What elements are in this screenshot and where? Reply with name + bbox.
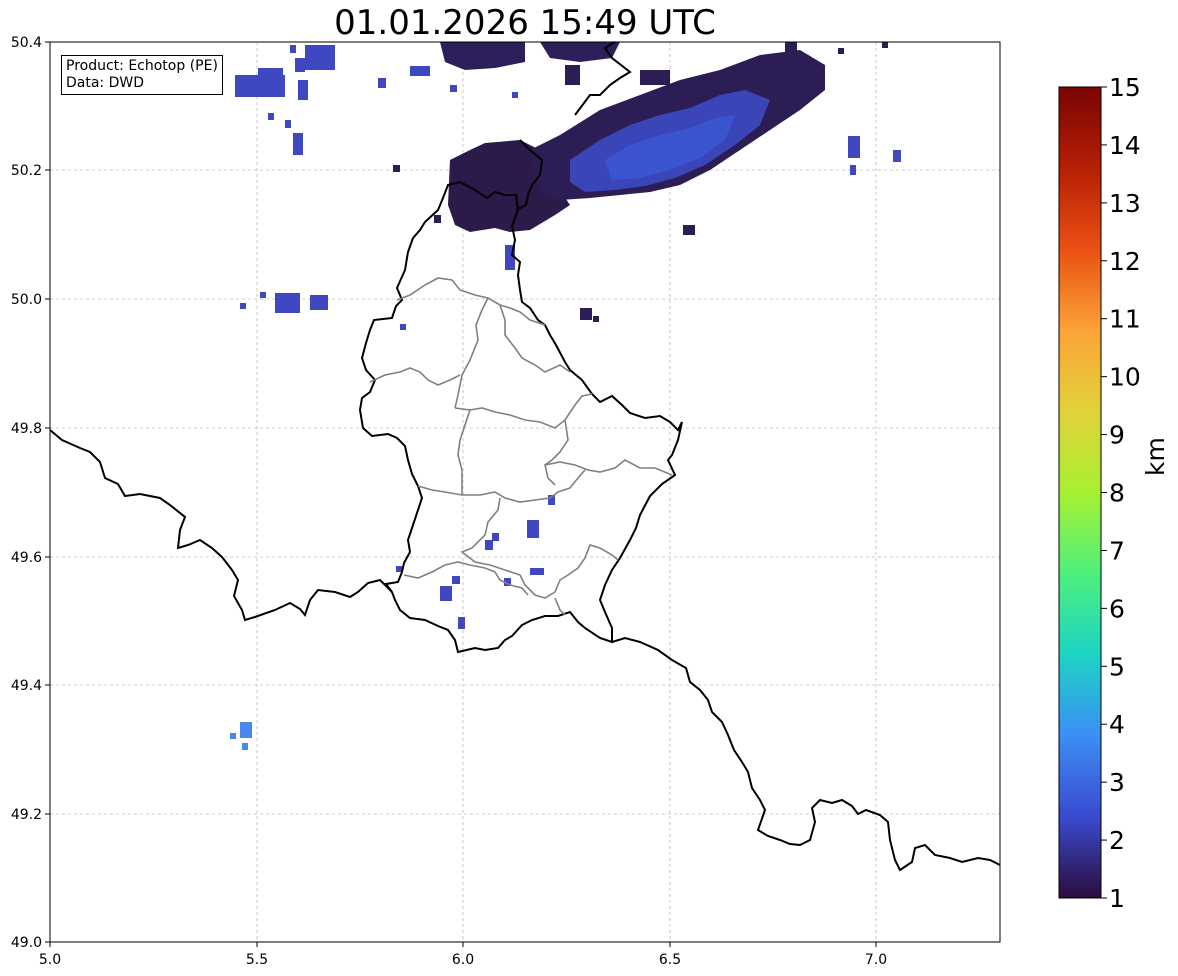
colorbar-tick-label: 12 [1109,247,1141,276]
x-tick-label: 6.5 [659,952,681,968]
colorbar-tick-label: 14 [1109,131,1141,160]
colorbar-tick-label: 11 [1109,305,1141,334]
colorbar-tick-label: 9 [1109,421,1125,450]
colorbar-gradient [1058,86,1102,899]
colorbar-unit-label: km [1141,437,1170,476]
colorbar-tick-label: 15 [1109,73,1141,102]
colorbar-tick-label: 13 [1109,189,1141,218]
y-tick-label: 49.2 [11,807,42,823]
colorbar-tick-label: 7 [1109,536,1125,565]
colorbar-tick-label: 6 [1109,594,1125,623]
colorbar-tick-label: 2 [1109,826,1125,855]
colorbar-tick-label: 5 [1109,652,1125,681]
y-tick-label: 49.6 [11,550,42,566]
map-figure: 5.0 5.5 6.0 6.5 7.0 49.0 49.2 49.4 49.6 … [11,35,1141,968]
y-tick-label: 49.4 [11,678,42,694]
colorbar-tick-label: 1 [1109,884,1125,913]
y-tick-label: 49.0 [11,935,42,951]
x-tick-label: 5.0 [39,952,61,968]
x-tick-label: 7.0 [865,952,887,968]
colorbar-ticks: 123456789101112131415 [1101,73,1141,913]
y-tick-label: 50.0 [11,292,42,308]
colorbar-tick-label: 8 [1109,479,1125,508]
y-axis: 49.0 49.2 49.4 49.6 49.8 50.0 50.2 50.4 [11,35,50,951]
colorbar-tick-label: 3 [1109,768,1125,797]
colorbar: 123456789101112131415 [1058,73,1141,913]
y-tick-label: 50.4 [11,35,42,51]
data-source-label: Data: DWD [66,75,144,91]
y-tick-label: 50.2 [11,163,42,179]
x-tick-label: 6.0 [452,952,474,968]
x-tick-label: 5.5 [246,952,268,968]
colorbar-tick-label: 4 [1109,710,1125,739]
colorbar-tick-label: 10 [1109,363,1141,392]
x-axis: 5.0 5.5 6.0 6.5 7.0 [39,942,887,968]
info-box: Product: Echotop (PE) Data: DWD [61,55,223,95]
product-label: Product: Echotop (PE) [66,58,218,74]
y-tick-label: 49.8 [11,421,42,437]
